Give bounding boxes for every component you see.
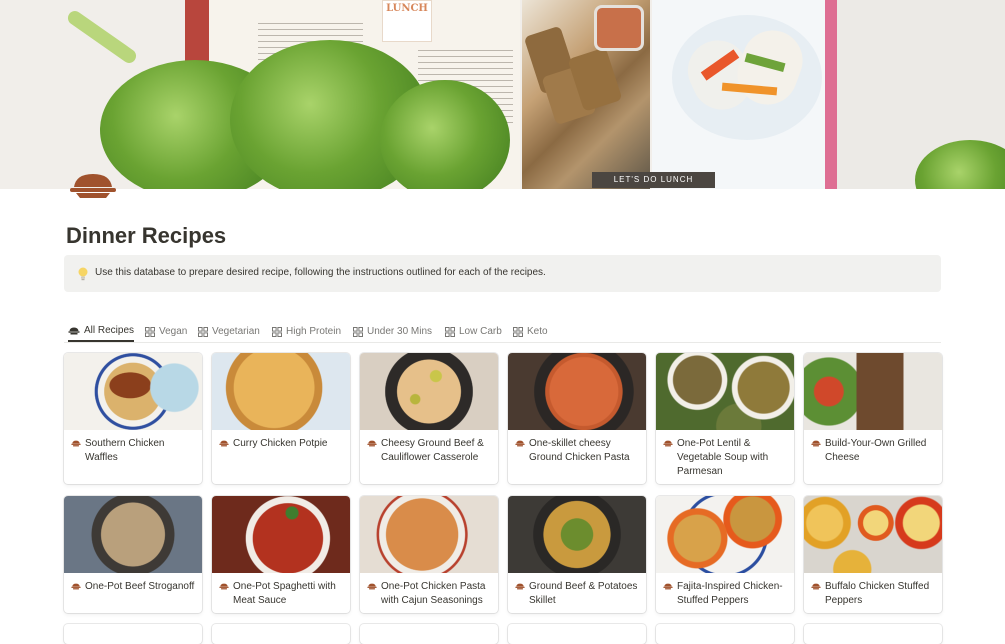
- recipe-card[interactable]: One-skillet cheesy Ground Chicken Pasta: [508, 353, 646, 484]
- recipe-card[interactable]: Southern Chicken Waffles: [64, 353, 202, 484]
- recipe-photo: [64, 496, 202, 573]
- tab-high-protein[interactable]: High Protein: [272, 321, 341, 342]
- dish-icon: [367, 583, 377, 590]
- tab-keto[interactable]: Keto: [513, 321, 548, 342]
- dish-icon: [811, 440, 821, 447]
- recipe-card[interactable]: Curry Chicken Potpie: [212, 353, 350, 484]
- dish-icon: [663, 440, 673, 447]
- dish-icon: [811, 583, 821, 590]
- tab-label: Under 30 Mins: [367, 326, 433, 337]
- recipe-card-partial[interactable]: [360, 624, 498, 644]
- recipe-card-partial[interactable]: [64, 624, 202, 644]
- dish-icon: [663, 583, 673, 590]
- recipe-photo: [212, 353, 350, 430]
- recipe-photo: [804, 353, 942, 430]
- recipe-photo: [656, 496, 794, 573]
- recipe-title: Cheesy Ground Beef & Cauliflower Cassero…: [381, 438, 484, 463]
- callout-text: Use this database to prepare desired rec…: [95, 267, 546, 278]
- tab-all-recipes[interactable]: All Recipes: [68, 321, 135, 342]
- cover-lunch-tag: LUNCH: [382, 0, 432, 42]
- recipe-card-partial[interactable]: [804, 624, 942, 644]
- gallery-icon: [353, 326, 363, 337]
- recipe-photo: [64, 353, 202, 430]
- recipe-title: One-skillet cheesy Ground Chicken Pasta: [529, 438, 630, 463]
- recipe-title: Build-Your-Own Grilled Cheese: [825, 438, 927, 463]
- tab-under-30-mins[interactable]: Under 30 Mins: [353, 321, 432, 342]
- tab-vegetarian[interactable]: Vegetarian: [198, 321, 260, 342]
- recipe-card-partial[interactable]: [656, 624, 794, 644]
- recipe-photo: [508, 353, 646, 430]
- tabs-divider: [64, 342, 941, 343]
- info-callout: Use this database to prepare desired rec…: [64, 255, 941, 292]
- recipe-card[interactable]: One-Pot Lentil & Vegetable Soup with Par…: [656, 353, 794, 484]
- dish-icon: [515, 583, 525, 590]
- gallery-icon: [513, 326, 523, 337]
- tab-label: Low Carb: [459, 326, 502, 337]
- dish-icon: [219, 440, 229, 447]
- tab-label: Keto: [527, 326, 548, 337]
- recipe-photo: [656, 353, 794, 430]
- tab-vegan[interactable]: Vegan: [145, 321, 187, 342]
- recipe-card[interactable]: Fajita-Inspired Chicken-Stuffed Peppers: [656, 496, 794, 613]
- gallery-icon: [198, 326, 208, 337]
- recipe-card[interactable]: Ground Beef & Potatoes Skillet: [508, 496, 646, 613]
- recipe-card[interactable]: Cheesy Ground Beef & Cauliflower Cassero…: [360, 353, 498, 484]
- recipe-title: Curry Chicken Potpie: [233, 438, 328, 449]
- cover-banner: LET'S DO LUNCH: [592, 172, 715, 188]
- recipe-title: Fajita-Inspired Chicken-Stuffed Peppers: [677, 581, 783, 606]
- dish-icon: [68, 327, 80, 334]
- page-dish-icon[interactable]: [68, 172, 118, 202]
- tab-label: Vegan: [159, 326, 188, 337]
- page-title: Dinner Recipes: [66, 223, 227, 248]
- gallery-icon: [145, 326, 155, 337]
- gallery-icon: [272, 326, 282, 337]
- recipe-card-partial[interactable]: [508, 624, 646, 644]
- cover-image: LUNCH LET'S DO LUNCH: [0, 0, 1005, 189]
- view-tabs: All Recipes Vegan Vegetarian High Protei…: [64, 321, 941, 342]
- tab-label: All Recipes: [84, 325, 135, 336]
- recipe-card[interactable]: One-Pot Chicken Pasta with Cajun Seasoni…: [360, 496, 498, 613]
- recipe-title: Buffalo Chicken Stuffed Peppers: [825, 581, 930, 606]
- recipe-title: Ground Beef & Potatoes Skillet: [529, 581, 638, 606]
- dish-icon: [219, 583, 229, 590]
- recipe-card[interactable]: Buffalo Chicken Stuffed Peppers: [804, 496, 942, 613]
- recipe-card[interactable]: One-Pot Spaghetti with Meat Sauce: [212, 496, 350, 613]
- tab-low-carb[interactable]: Low Carb: [445, 321, 502, 342]
- dish-icon: [71, 583, 81, 590]
- recipe-title: One-Pot Lentil & Vegetable Soup with Par…: [677, 438, 769, 477]
- recipe-title: One-Pot Chicken Pasta with Cajun Seasoni…: [381, 581, 486, 606]
- dish-icon: [367, 440, 377, 447]
- recipe-card-partial[interactable]: [212, 624, 350, 644]
- recipe-title: Southern Chicken Waffles: [85, 438, 165, 463]
- gallery-icon: [445, 326, 455, 337]
- tab-label: High Protein: [286, 326, 342, 337]
- recipe-photo: [508, 496, 646, 573]
- recipe-card[interactable]: Build-Your-Own Grilled Cheese: [804, 353, 942, 484]
- recipe-title: One-Pot Spaghetti with Meat Sauce: [233, 581, 336, 606]
- recipe-photo: [360, 353, 498, 430]
- tab-label: Vegetarian: [212, 326, 260, 337]
- recipe-photo: [212, 496, 350, 573]
- lightbulb-icon: [76, 266, 90, 282]
- recipe-photo: [360, 496, 498, 573]
- dish-icon: [515, 440, 525, 447]
- recipe-photo: [804, 496, 942, 573]
- recipe-card[interactable]: One-Pot Beef Stroganoff: [64, 496, 202, 613]
- dish-icon: [71, 440, 81, 447]
- recipe-title: One-Pot Beef Stroganoff: [85, 581, 195, 592]
